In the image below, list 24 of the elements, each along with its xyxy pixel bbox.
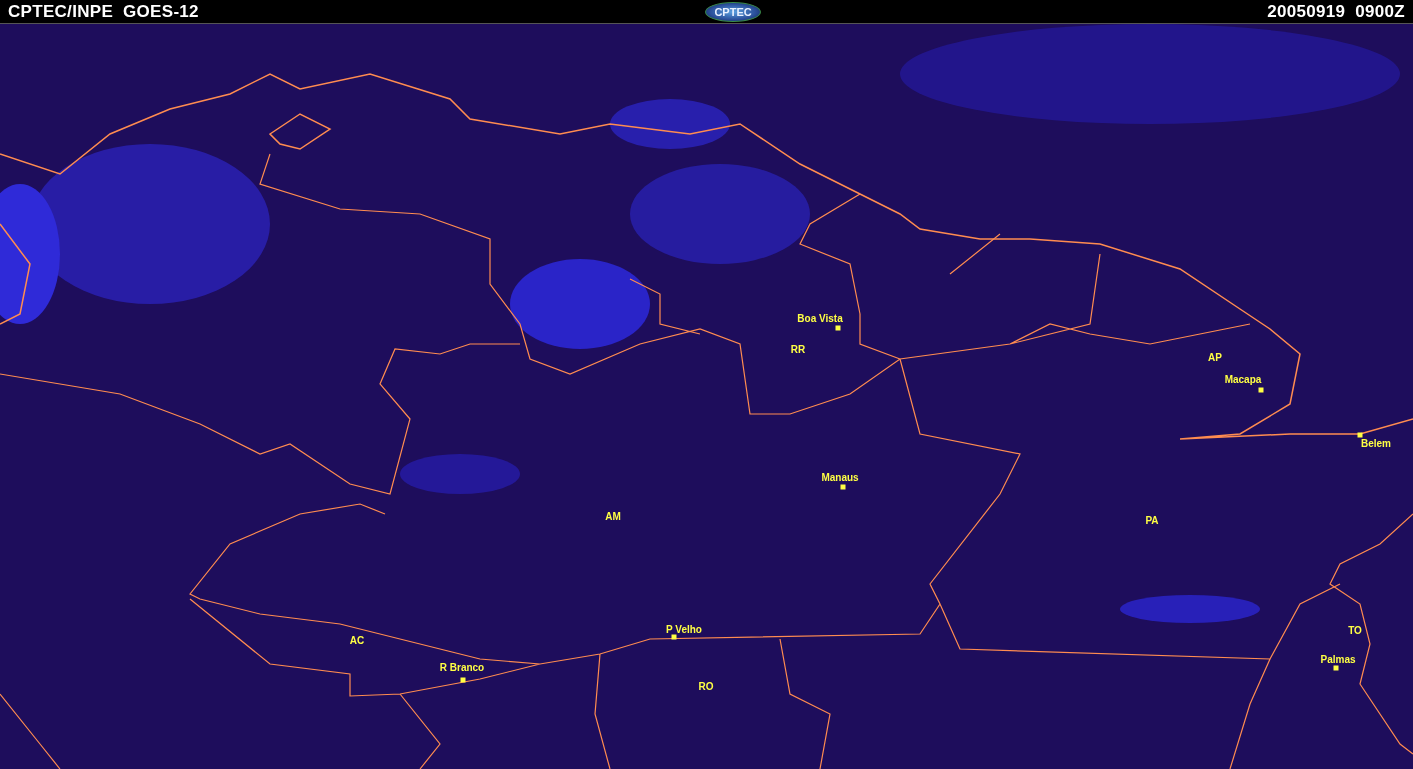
city-marker-icon bbox=[460, 677, 466, 683]
state-label: RO bbox=[698, 681, 714, 693]
city-label: Boa Vista bbox=[797, 313, 843, 325]
state-label: TO bbox=[1348, 625, 1362, 637]
state-label: AP bbox=[1208, 352, 1222, 364]
city-marker-icon bbox=[1258, 387, 1264, 393]
city-label: Macapa bbox=[1224, 374, 1262, 386]
state-label: AC bbox=[349, 635, 365, 647]
city-marker-icon bbox=[840, 484, 846, 490]
source-title: CPTEC/INPE GOES-12 bbox=[8, 1, 199, 22]
city-label: P Velho bbox=[666, 624, 702, 636]
city-label: Palmas bbox=[1320, 654, 1356, 666]
city-label: R Branco bbox=[439, 662, 485, 674]
city-marker-icon bbox=[1357, 432, 1363, 438]
state-label: AM bbox=[605, 511, 621, 523]
state-label: RR bbox=[790, 344, 806, 356]
timestamp: 20050919 0900Z bbox=[1267, 1, 1405, 22]
city-marker-icon bbox=[671, 634, 677, 640]
city-marker-icon bbox=[1333, 665, 1339, 671]
logo-badge: CPTEC bbox=[705, 1, 761, 22]
state-label: PA bbox=[1145, 515, 1159, 527]
city-label: Manaus bbox=[821, 472, 859, 484]
city-marker-icon bbox=[835, 325, 841, 331]
city-label: Belem bbox=[1361, 438, 1391, 450]
